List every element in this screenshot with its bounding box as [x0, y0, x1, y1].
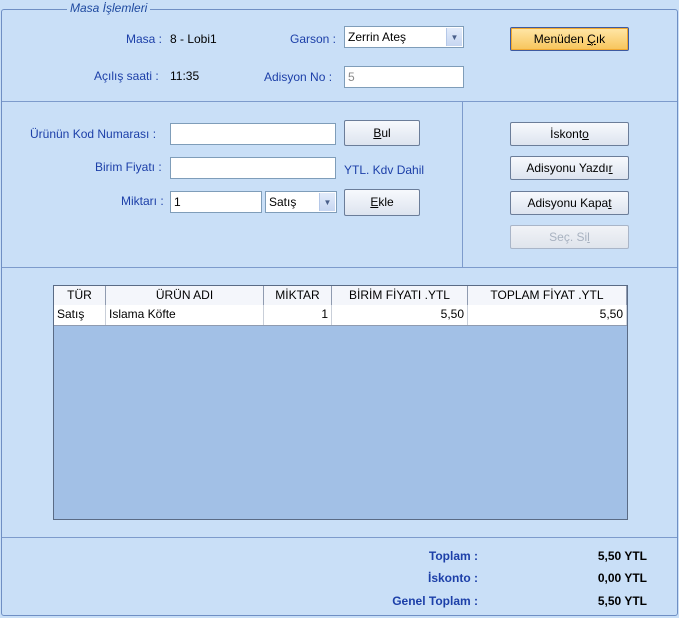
column-header-birim-fiyati[interactable]: BİRİM FİYATI .YTL [332, 286, 468, 305]
cell-birim-fiyati: 5,50 [332, 305, 468, 325]
adisyonu-kapat-button[interactable]: Adisyonu Kapat [510, 191, 629, 215]
urun-kod-input[interactable] [170, 123, 336, 145]
iskonto-text: İskont [550, 127, 583, 141]
menuden-cik-button[interactable]: Menüden Çık [510, 27, 629, 51]
divider-middle [2, 267, 677, 268]
adisyon-no-label: Adisyon No : [264, 70, 333, 84]
iskonto-total-value: 0,00 YTL [597, 571, 647, 585]
kapat-text: Adisyonu Kapa [527, 196, 609, 210]
column-header-miktar[interactable]: MİKTAR [264, 286, 332, 305]
iskonto-button[interactable]: İskonto [510, 122, 629, 146]
sec-sil-text: Seç. Si [549, 230, 588, 244]
toplam-value: 5,50 YTL [597, 549, 647, 563]
toplam-label: Toplam : [428, 549, 478, 563]
bul-button[interactable]: Bul [344, 120, 420, 146]
iskonto-total-label: İskonto : [428, 571, 478, 585]
miktar-label: Miktarı : [121, 194, 164, 208]
cell-tur: Satış [54, 305, 106, 325]
order-items-table[interactable]: TÜR ÜRÜN ADI MİKTAR BİRİM FİYATI .YTL TO… [53, 285, 628, 520]
sec-sil-button[interactable]: Seç. Sil [510, 225, 629, 249]
birim-fiyati-input[interactable] [170, 157, 336, 179]
masa-label: Masa : [126, 32, 163, 46]
ekle-button[interactable]: Ekle [344, 189, 420, 216]
chevron-down-icon[interactable]: ▼ [446, 28, 462, 46]
divider-vertical [462, 102, 463, 267]
masa-value: 8 - Lobi1 [170, 32, 217, 46]
acilis-saati-value: 11:35 [170, 69, 200, 83]
cell-toplam-fiyat: 5,50 [468, 305, 627, 325]
ekle-text: kle [378, 195, 394, 209]
price-unit-label: YTL. Kdv Dahil [344, 163, 425, 177]
menuden-cik-text: Menüden [533, 32, 588, 46]
table-row[interactable]: Satış Islama Köfte 1 5,50 5,50 [54, 305, 627, 326]
yazdir-text: Adisyonu Yazdı [526, 161, 609, 175]
birim-fiyati-label: Birim Fiyatı : [95, 160, 162, 174]
genel-toplam-value: 5,50 YTL [597, 594, 647, 608]
cell-urun-adi: Islama Köfte [106, 305, 264, 325]
column-header-toplam-fiyat[interactable]: TOPLAM FİYAT .YTL [468, 286, 627, 305]
column-header-tur[interactable]: TÜR [54, 286, 106, 305]
adisyonu-yazdir-button[interactable]: Adisyonu Yazdır [510, 156, 629, 180]
acilis-saati-label: Açılış saati : [94, 69, 159, 83]
menuden-cik-accel: Ç [587, 32, 596, 46]
iskonto-accel: o [582, 127, 589, 141]
column-header-urun-adi[interactable]: ÜRÜN ADI [106, 286, 264, 305]
yazdir-accel: r [608, 161, 613, 175]
bul-text: ul [381, 126, 391, 140]
adisyon-no-field: 5 [344, 66, 464, 88]
kapat-accel: t [608, 196, 612, 210]
urun-kod-label: Ürünün Kod Numarası : [30, 127, 157, 141]
garson-select[interactable]: Zerrin Ateş ▼ [344, 26, 464, 48]
islem-turu-value: Satış [269, 195, 297, 209]
menuden-cik-text-end: ık [595, 32, 606, 46]
table-header: TÜR ÜRÜN ADI MİKTAR BİRİM FİYATI .YTL TO… [54, 286, 627, 306]
garson-label: Garson : [290, 32, 337, 46]
genel-toplam-label: Genel Toplam : [392, 594, 478, 608]
garson-value: Zerrin Ateş [348, 30, 407, 44]
sec-sil-accel: l [587, 230, 590, 244]
miktar-input[interactable]: 1 [170, 191, 262, 213]
chevron-down-icon[interactable]: ▼ [319, 193, 335, 211]
divider-top [2, 101, 677, 102]
divider-bottom [2, 537, 677, 538]
islem-turu-select[interactable]: Satış ▼ [265, 191, 337, 213]
cell-miktar: 1 [264, 305, 332, 325]
group-title: Masa İşlemleri [67, 1, 151, 15]
